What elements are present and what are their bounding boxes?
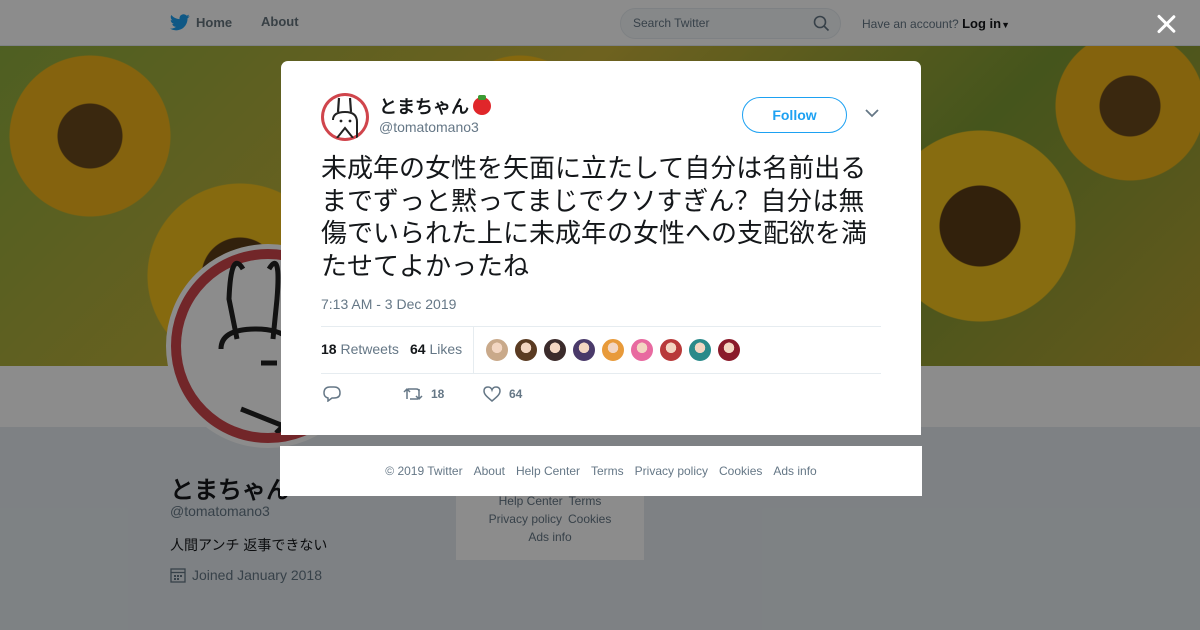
retweet-button[interactable]: 18 [403,386,444,402]
retweet-action-count: 18 [431,387,445,401]
liker-avatar[interactable] [688,338,712,362]
modal-footer: © 2019 Twitter About Help Center Terms P… [280,446,922,496]
tweet-stats: 18 Retweets 64 Likes [321,326,881,374]
footer-copyright: © 2019 Twitter [385,464,463,478]
retweet-count: 18 [321,341,337,357]
author-avatar[interactable] [321,93,369,141]
footer-link-terms[interactable]: Terms [591,464,624,478]
author-handle[interactable]: @tomatomano3 [379,119,479,135]
retweet-stat[interactable]: 18 Retweets [321,341,399,357]
tweet-text: 未成年の女性を矢面に立たして自分は名前出るまでずっと黙ってまじでクソすぎん？自分… [321,154,868,282]
author-name-text: とまちゃん [379,97,469,117]
heart-icon [483,386,501,402]
bunny-icon [332,97,358,139]
footer-link-ads[interactable]: Ads info [773,464,816,478]
liker-avatar[interactable] [659,338,683,362]
follow-button[interactable]: Follow [742,97,847,133]
reply-button[interactable] [323,386,341,402]
footer-link-privacy[interactable]: Privacy policy [635,464,708,478]
like-action-count: 64 [509,387,523,401]
liker-avatar[interactable] [630,338,654,362]
tomato-emoji-icon [473,95,491,115]
liker-avatar[interactable] [514,338,538,362]
close-icon[interactable] [1156,14,1176,34]
retweet-icon [403,387,423,401]
author-name[interactable]: とまちゃん [379,93,491,119]
footer-link-help[interactable]: Help Center [516,464,580,478]
liker-avatar[interactable] [485,338,509,362]
liker-avatar[interactable] [543,338,567,362]
reply-icon [323,386,341,402]
stats-divider [473,327,474,373]
footer-link-about[interactable]: About [474,464,505,478]
liker-avatar[interactable] [717,338,741,362]
retweet-label: Retweets [340,341,399,357]
tweet-timestamp[interactable]: 7:13 AM - 3 Dec 2019 [321,296,456,312]
tweet-modal: とまちゃん @tomatomano3 Follow 未成年の女性を矢面に立たして… [281,61,921,435]
bunny-avatar-image [324,96,366,139]
liker-avatar[interactable] [572,338,596,362]
like-count: 64 [410,341,426,357]
like-label: Likes [429,341,463,357]
likers-avatar-list [485,338,741,362]
like-button[interactable]: 64 [483,386,522,402]
liker-avatar[interactable] [601,338,625,362]
like-stat[interactable]: 64 Likes [410,341,462,357]
chevron-down-icon[interactable] [865,108,879,118]
footer-link-cookies[interactable]: Cookies [719,464,762,478]
